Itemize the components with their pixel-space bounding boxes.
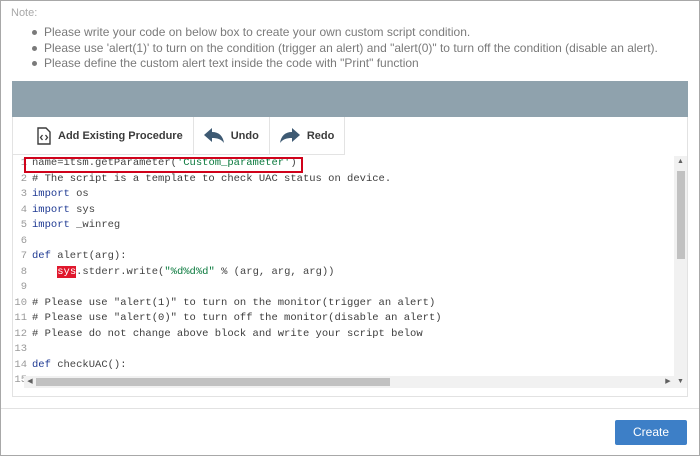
code-line: 10 # Please use "alert(1)" to turn on th… [13,296,673,312]
add-existing-procedure-label: Add Existing Procedure [58,129,183,142]
code-line: 5 import _winreg [13,218,673,234]
redo-button[interactable]: Redo [269,117,346,155]
code-line: 14 def checkUAC(): [13,358,673,374]
code-line: 7 def alert(arg): [13,249,673,265]
code-line: 9 [13,280,673,296]
code-comment: # The script is a template to check UAC … [32,172,392,185]
undo-button[interactable]: Undo [193,117,270,155]
code-line: 13 [13,342,673,358]
code-line: 6 [13,234,673,250]
note-item: Please define the custom alert text insi… [30,56,658,72]
footer-divider [1,408,699,409]
line-number: 4 [20,203,27,216]
note-title: Note: [11,7,38,19]
line-number: 2 [20,172,27,185]
line-number: 7 [20,250,27,262]
code-comment: # Please use "alert(1)" to turn on the m… [32,296,436,309]
code-line: 12 # Please do not change above block an… [13,327,673,343]
code-line: 4 import sys [13,203,673,219]
redo-arrow-icon [279,127,301,145]
line-number: 13 [14,343,27,355]
code-text: def checkUAC(): [32,358,127,371]
code-line: 11 # Please use "alert(0)" to turn off t… [13,311,673,327]
editor-toolbar: Add Existing Procedure Undo Redo [12,117,346,155]
redo-label: Redo [306,129,335,142]
line-number: 9 [20,281,27,293]
line-number: 5 [20,219,27,231]
code-text: import _winreg [32,219,121,231]
line-number: 8 [20,265,27,278]
note-item: Please use 'alert(1)' to turn on the con… [30,41,658,57]
add-existing-procedure-button[interactable]: Add Existing Procedure [12,117,194,155]
undo-arrow-icon [203,127,225,145]
horizontal-scrollbar[interactable]: ◀ ▶ [24,376,674,388]
line-number: 11 [14,312,27,324]
line-number: 6 [20,234,27,247]
code-editor[interactable]: 1 name=itsm.getParameter('Custom_paramet… [13,156,673,385]
code-comment: # Please do not change above block and w… [32,327,423,340]
line-number: 10 [14,296,27,309]
line-number: 12 [14,327,27,340]
code-text: import sys [32,203,96,216]
code-line: 8 sys.stderr.write("%d%d%d" % (arg, arg,… [13,265,673,281]
syntax-error-highlight: sys [57,265,77,278]
scroll-up-icon[interactable]: ▲ [674,156,687,168]
line-number: 14 [14,358,27,371]
code-text: import os [32,188,89,200]
editor-header-banner [12,81,688,117]
code-line: 2 # The script is a template to check UA… [13,172,673,188]
scroll-right-icon[interactable]: ▶ [662,376,674,388]
highlight-annotation [24,157,303,173]
code-file-icon [36,126,52,145]
horizontal-scroll-thumb[interactable] [36,378,390,386]
scroll-left-icon[interactable]: ◀ [24,376,36,388]
code-line: 3 import os [13,187,673,203]
create-button[interactable]: Create [615,420,687,445]
undo-label: Undo [230,129,259,142]
code-text: sys.stderr.write("%d%d%d" % (arg, arg, a… [57,265,335,278]
note-item: Please write your code on below box to c… [30,25,658,41]
vertical-scroll-thumb[interactable] [677,171,685,259]
vertical-scrollbar[interactable]: ▲ ▼ [674,156,687,388]
scroll-down-icon[interactable]: ▼ [674,376,687,388]
note-list: Please write your code on below box to c… [30,25,658,72]
code-comment: # Please use "alert(0)" to turn off the … [32,312,442,324]
line-number: 3 [20,188,27,200]
code-text: def alert(arg): [32,250,127,262]
